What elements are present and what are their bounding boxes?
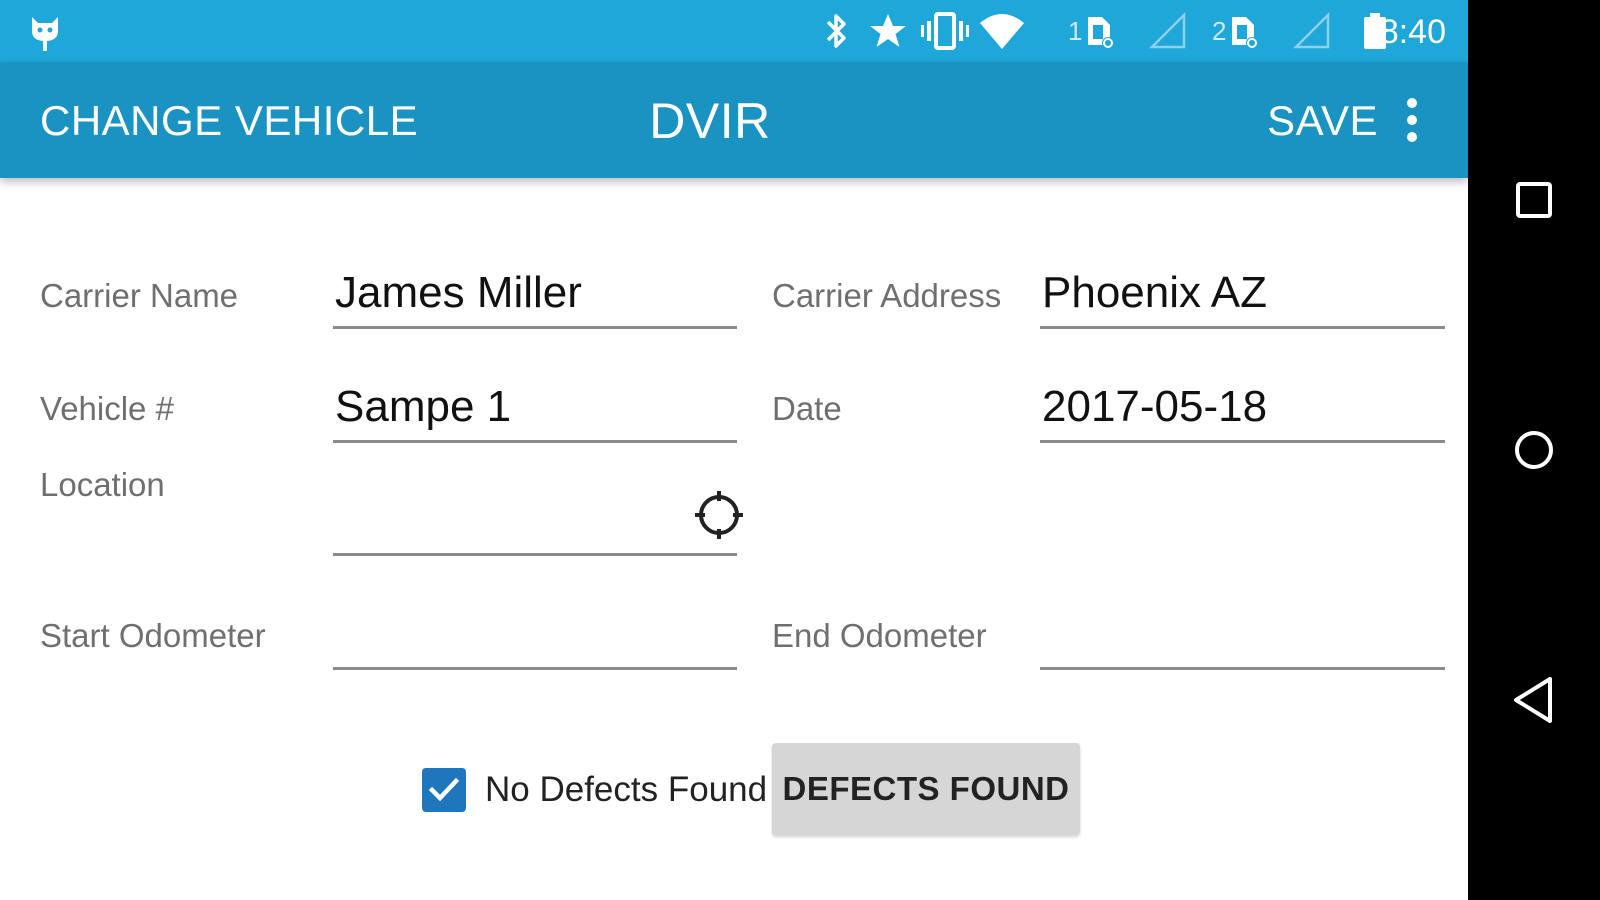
carrier-address-value: Phoenix AZ xyxy=(1042,268,1268,317)
location-field[interactable] xyxy=(333,491,743,556)
clock: 8:40 xyxy=(1379,13,1446,51)
vehicle-number-field[interactable]: Sampe 1 xyxy=(333,380,737,443)
defects-found-button[interactable]: DEFECTS FOUND xyxy=(772,743,1080,835)
carrier-name-value: James Miller xyxy=(335,268,582,317)
sim-card-icon: 1 xyxy=(1068,10,1116,52)
sim2-label: 2 xyxy=(1212,15,1227,46)
carrier-address-field[interactable]: Phoenix AZ xyxy=(1040,266,1445,329)
sim1-label: 1 xyxy=(1068,15,1083,46)
date-label: Date xyxy=(772,390,842,427)
crosshair-icon[interactable] xyxy=(693,489,745,546)
no-defects-checkbox[interactable] xyxy=(422,768,466,812)
star-icon xyxy=(868,10,908,52)
status-bar: 1 2 8:40 xyxy=(0,0,1468,62)
vibrate-icon xyxy=(920,10,970,52)
overflow-menu-icon[interactable] xyxy=(1400,98,1424,142)
back-icon[interactable] xyxy=(1468,660,1600,740)
end-odometer-label: End Odometer xyxy=(772,617,987,654)
save-button[interactable]: SAVE xyxy=(1267,62,1378,178)
home-icon[interactable] xyxy=(1468,410,1600,490)
sim-card-icon: 2 xyxy=(1212,10,1260,52)
no-defects-label[interactable]: No Defects Found xyxy=(485,770,767,810)
carrier-address-label: Carrier Address xyxy=(772,277,1002,314)
bluetooth-icon xyxy=(822,10,852,52)
date-value: 2017-05-18 xyxy=(1042,382,1268,431)
carrier-name-label: Carrier Name xyxy=(40,277,239,314)
carrier-name-field[interactable]: James Miller xyxy=(333,266,737,329)
signal-icon xyxy=(1292,10,1332,52)
navigation-bar xyxy=(1468,0,1600,900)
recent-apps-icon[interactable] xyxy=(1468,160,1600,240)
start-odometer-label: Start Odometer xyxy=(40,617,266,654)
app-notification-icon xyxy=(28,10,62,52)
checkmark-icon xyxy=(428,777,460,802)
date-field[interactable]: 2017-05-18 xyxy=(1040,380,1445,443)
vehicle-number-label: Vehicle # xyxy=(40,390,174,427)
vehicle-number-value: Sampe 1 xyxy=(335,382,512,431)
end-odometer-field[interactable] xyxy=(1040,607,1445,670)
action-bar: DVIR CHANGE VEHICLE SAVE xyxy=(0,62,1468,178)
signal-icon xyxy=(1148,10,1188,52)
start-odometer-field[interactable] xyxy=(333,607,737,670)
change-vehicle-button[interactable]: CHANGE VEHICLE xyxy=(40,62,418,178)
location-label: Location xyxy=(40,466,165,503)
wifi-icon xyxy=(978,10,1026,52)
